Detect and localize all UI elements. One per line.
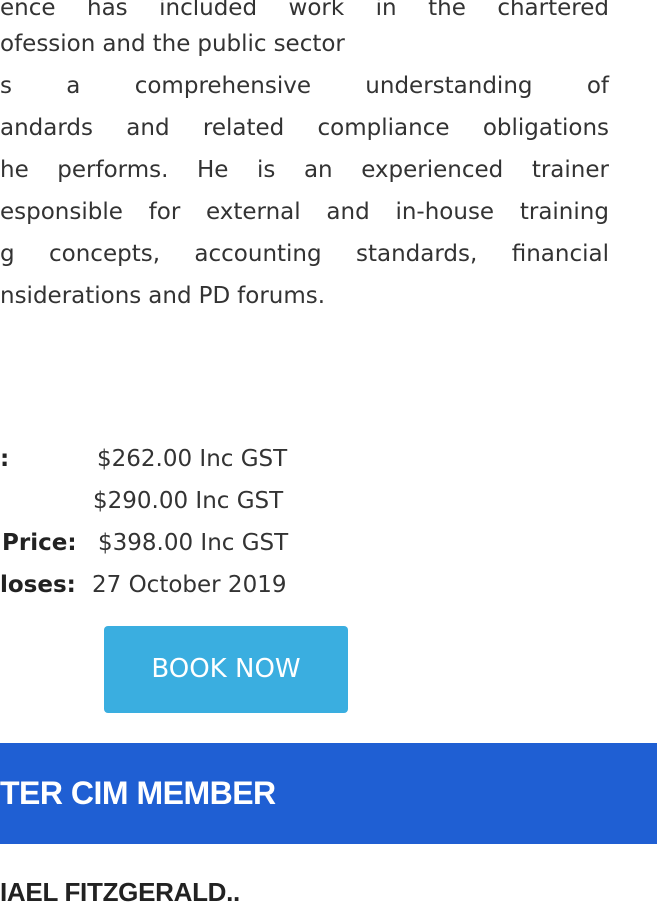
- bio-word: sector: [273, 31, 345, 57]
- bio-word: concepts,: [49, 241, 161, 267]
- price-label: Price:: [2, 530, 77, 556]
- book-now-button[interactable]: BOOK NOW: [104, 626, 348, 713]
- price-label: loses:: [0, 572, 76, 598]
- price-value: $398.00 Inc GST: [98, 530, 289, 556]
- bio-word: obligations: [482, 115, 609, 141]
- bio-word: the: [152, 31, 191, 57]
- bio-word: training: [519, 199, 609, 225]
- price-value: $262.00 Inc GST: [97, 446, 288, 472]
- bio-line: ence has included work in the chartered: [0, 0, 609, 22]
- member-banner: TER CIM MEMBER: [0, 743, 657, 844]
- price-value: $290.00 Inc GST: [93, 488, 284, 514]
- bio-word: nsiderations: [0, 283, 142, 309]
- bio-word: an: [303, 157, 333, 183]
- bio-word: related: [202, 115, 285, 141]
- bio-word: and: [126, 115, 170, 141]
- bio-word: esponsible: [0, 199, 123, 225]
- bio-line: he performs. He is an experienced trainer: [0, 156, 609, 184]
- bio-word: PD: [198, 283, 231, 309]
- bio-word: ence: [0, 0, 56, 21]
- bio-word: understanding: [365, 73, 533, 99]
- price-row: $290.00 Inc GST: [0, 486, 657, 516]
- bio-word: experienced: [361, 157, 504, 183]
- bio-word: for: [148, 199, 181, 225]
- price-value: 27 October 2019: [92, 572, 287, 598]
- bio-word: ofession: [0, 31, 96, 57]
- price-label: :: [0, 446, 10, 472]
- bio-line: ofession and the public sector: [0, 30, 352, 58]
- bio-line: g concepts, accounting standards, financial: [0, 240, 609, 268]
- bio-line: esponsible for external and in-house training: [0, 198, 609, 226]
- bio-word: in-house: [395, 199, 495, 225]
- bio-word: performs.: [57, 157, 169, 183]
- bio-word: work: [288, 0, 345, 21]
- price-row: loses: 27 October 2019: [0, 570, 657, 600]
- bio-word: compliance: [317, 115, 450, 141]
- bio-word: a: [66, 73, 81, 99]
- bio-word: included: [159, 0, 258, 21]
- bio-word: s: [0, 73, 12, 99]
- bio-word: and: [326, 199, 370, 225]
- bio-word: g: [0, 241, 15, 267]
- bio-word: accounting: [194, 241, 322, 267]
- bio-word: he: [0, 157, 29, 183]
- bio-word: has: [87, 0, 128, 21]
- bio-word: trainer: [531, 157, 609, 183]
- bio-word: of: [586, 73, 609, 99]
- bio-word: and: [102, 31, 146, 57]
- bio-word: financial: [511, 241, 609, 267]
- bio-word: forums.: [237, 283, 326, 309]
- bio-word: comprehensive: [134, 73, 311, 99]
- bio-word: in: [375, 0, 397, 21]
- banner-text: TER CIM MEMBER: [0, 775, 276, 811]
- price-row: : $262.00 Inc GST: [0, 444, 657, 474]
- bio-word: chartered: [497, 0, 609, 21]
- bio-line: s a comprehensive understanding of: [0, 72, 609, 100]
- bio-line: nsiderations and PD forums.: [0, 282, 332, 310]
- bio-word: and: [148, 283, 192, 309]
- bio-word: standards,: [356, 241, 478, 267]
- bio-word: external: [206, 199, 301, 225]
- bio-word: is: [257, 157, 276, 183]
- presenter-name-heading: IAEL FITZGERALD..: [0, 877, 240, 907]
- bio-line: andards and related compliance obligations: [0, 114, 609, 142]
- bio-word: He: [197, 157, 229, 183]
- bio-word: andards: [0, 115, 93, 141]
- bio-word: the: [428, 0, 466, 21]
- price-row: Price: $398.00 Inc GST: [0, 528, 657, 558]
- bio-word: public: [197, 31, 267, 57]
